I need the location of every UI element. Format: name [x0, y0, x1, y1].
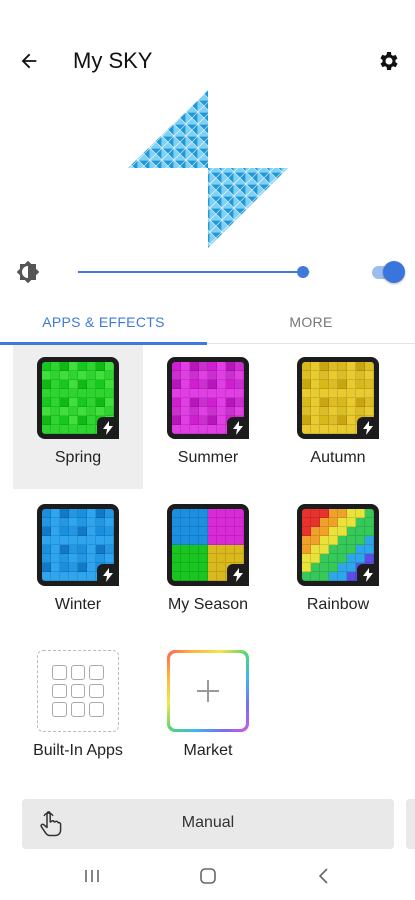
app-label: Market [183, 742, 233, 759]
app-item-built-in-apps[interactable]: Built-In Apps [13, 638, 143, 782]
app-tile [297, 504, 379, 586]
lightning-icon [357, 417, 379, 439]
app-tile [297, 357, 379, 439]
lightning-icon [97, 564, 119, 586]
app-label: Rainbow [306, 596, 370, 613]
gear-icon [380, 52, 398, 70]
slider-thumb[interactable] [297, 266, 310, 278]
app-label: Spring [54, 449, 102, 466]
power-toggle[interactable] [370, 260, 406, 284]
system-nav-bar [0, 852, 415, 900]
home-icon[interactable] [196, 864, 220, 888]
app-item-spring[interactable]: Spring [13, 345, 143, 489]
manual-label: Manual [181, 814, 235, 831]
app-label: Autumn [310, 449, 366, 466]
tab-more[interactable]: MORE [207, 300, 415, 344]
brightness-slider[interactable] [78, 262, 310, 282]
manual-button[interactable]: Manual [22, 799, 394, 849]
app-item-autumn[interactable]: Autumn [273, 345, 403, 489]
app-item-my-season[interactable]: My Season [143, 492, 273, 636]
app-tile [37, 504, 119, 586]
slider-fill [78, 271, 304, 273]
toggle-thumb [383, 261, 405, 283]
app-item-market[interactable]: Market [143, 638, 273, 782]
app-label: Summer [177, 449, 239, 466]
app-tile [167, 357, 249, 439]
app-item-summer[interactable]: Summer [143, 345, 273, 489]
chevron-left-icon[interactable] [312, 864, 336, 888]
app-item-rainbow[interactable]: Rainbow [273, 492, 403, 636]
lightning-icon [357, 564, 379, 586]
built-in-apps-icon [37, 650, 119, 732]
app-item-winter[interactable]: Winter [13, 492, 143, 636]
brightness-icon [16, 260, 40, 284]
market-tile [167, 650, 249, 732]
lightning-icon [227, 564, 249, 586]
app-label: My Season [167, 596, 249, 613]
recents-icon[interactable] [80, 864, 104, 888]
page-title: My SKY [73, 48, 153, 73]
lightning-icon [227, 417, 249, 439]
plus-icon [197, 680, 219, 702]
sky-logo [128, 90, 288, 248]
tab-bar: APPS & EFFECTS MORE [0, 300, 415, 345]
lightning-icon [97, 417, 119, 439]
app-tile [37, 357, 119, 439]
back-button[interactable] [14, 46, 44, 76]
app-label: Winter [54, 596, 102, 613]
settings-button[interactable] [373, 45, 405, 77]
app-tile [167, 504, 249, 586]
secondary-action-button[interactable] [406, 799, 415, 849]
arrow-left-icon [21, 53, 37, 69]
app-label: Built-In Apps [33, 742, 123, 759]
tab-apps-effects[interactable]: APPS & EFFECTS [0, 300, 207, 344]
